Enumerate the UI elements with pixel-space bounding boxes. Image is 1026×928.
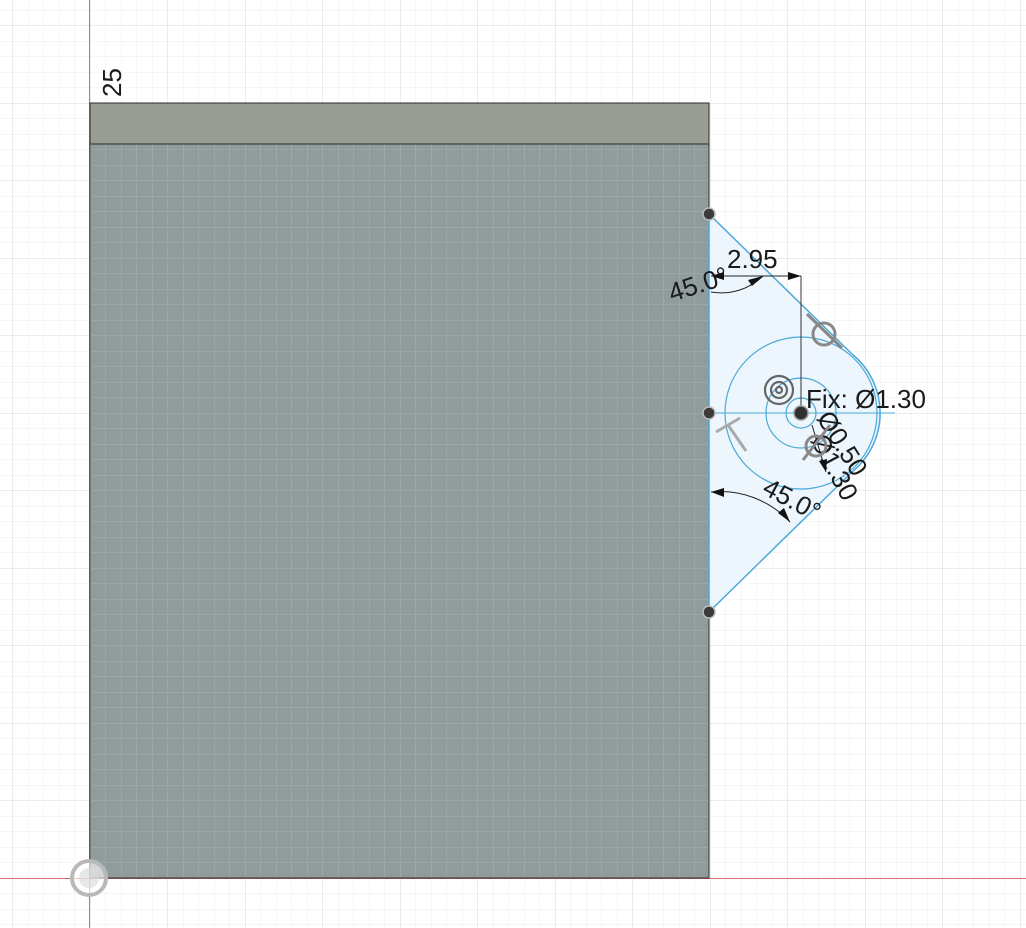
body-top-face[interactable] [89,102,710,145]
body-grid-overlay [90,144,709,878]
sketch-point-mid[interactable] [702,406,716,420]
dim-distance-label: 2.95 [727,244,778,274]
sketch-point-center[interactable] [793,405,809,421]
origin-icon[interactable] [70,859,108,897]
sketch-point-top[interactable] [702,207,716,221]
sketch-canvas[interactable]: 25 2.95 45.0° 45.0° Fix: Ø1.30 Ø0.50 Ø1.… [0,0,1026,928]
dim-diameter-fix-label: Fix: Ø1.30 [806,384,926,414]
axis-label-25: 25 [97,68,127,97]
sketch-point-bottom[interactable] [702,605,716,619]
